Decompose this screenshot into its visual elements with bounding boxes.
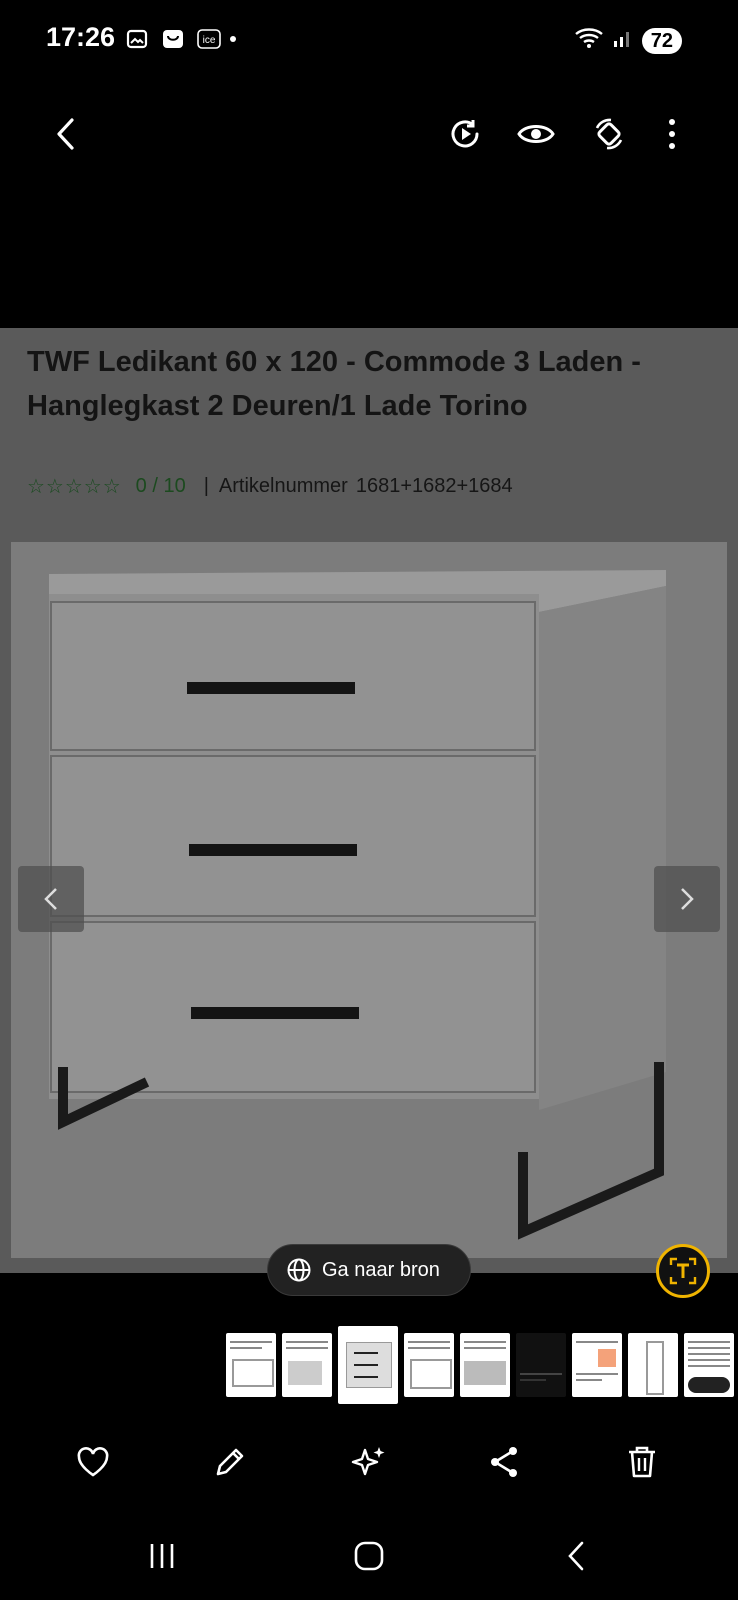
ice-app-icon: ice xyxy=(196,26,222,52)
product-title: TWF Ledikant 60 x 120 - Commode 3 Laden … xyxy=(27,346,641,422)
back-icon xyxy=(568,1541,584,1571)
rotate-icon xyxy=(595,118,623,150)
edit-button[interactable] xyxy=(206,1438,254,1486)
chevron-right-icon xyxy=(681,888,694,910)
gallery-next-button[interactable] xyxy=(654,866,720,932)
rating-row: ☆☆☆☆☆ 0 / 10 | Artikelnummer 1681+1682+1… xyxy=(27,474,513,499)
view-button[interactable] xyxy=(514,112,558,156)
ai-edit-button[interactable] xyxy=(345,1438,393,1486)
thumbnail-selected[interactable] xyxy=(338,1326,398,1404)
status-time: 17:26 xyxy=(46,22,116,52)
share-button[interactable] xyxy=(481,1438,529,1486)
more-options-button[interactable] xyxy=(650,112,694,156)
thumbnail-strip[interactable] xyxy=(226,1326,734,1404)
recents-icon xyxy=(150,1544,174,1568)
notification-dot xyxy=(230,36,236,42)
trash-icon xyxy=(629,1446,655,1478)
product-image xyxy=(11,542,727,1258)
text-extract-icon xyxy=(669,1257,697,1285)
rotate-button[interactable] xyxy=(587,112,631,156)
wifi-icon xyxy=(574,26,604,55)
heart-icon xyxy=(77,1447,109,1477)
delete-button[interactable] xyxy=(618,1438,666,1486)
go-to-source-button[interactable]: Ga naar bron xyxy=(267,1244,471,1296)
pencil-icon xyxy=(216,1448,244,1476)
more-vert-icon xyxy=(669,119,675,149)
text-extract-button[interactable] xyxy=(656,1244,710,1298)
signal-icon xyxy=(612,27,634,54)
go-to-source-label: Ga naar bron xyxy=(322,1258,440,1281)
status-notification-icons: ice xyxy=(124,26,222,52)
rating-value: 0 / 10 xyxy=(135,475,186,497)
article-number: 1681+1682+1684 xyxy=(355,475,513,497)
recents-button[interactable] xyxy=(138,1532,186,1580)
thumbnail[interactable] xyxy=(404,1333,454,1397)
thumbnail[interactable] xyxy=(628,1333,678,1397)
globe-icon xyxy=(287,1258,311,1282)
thumbnail[interactable] xyxy=(516,1333,566,1397)
home-icon xyxy=(354,1541,384,1571)
sparkle-icon xyxy=(351,1447,385,1476)
chevron-left-icon xyxy=(57,118,74,150)
dresser-illustration xyxy=(49,570,666,1240)
favorite-button[interactable] xyxy=(69,1438,117,1486)
battery-indicator: 72 xyxy=(641,27,682,54)
thumbnail[interactable] xyxy=(460,1333,510,1397)
remaster-button[interactable] xyxy=(443,112,487,156)
thumbnail[interactable] xyxy=(282,1333,332,1397)
system-back-button[interactable] xyxy=(552,1532,600,1580)
home-button[interactable] xyxy=(345,1532,393,1580)
separator: | xyxy=(203,475,209,497)
chevron-left-icon xyxy=(44,888,57,910)
article-label: Artikelnummer xyxy=(218,475,348,497)
back-button[interactable] xyxy=(45,112,89,156)
svg-text:ice: ice xyxy=(203,35,216,46)
status-system-icons: 72 xyxy=(574,26,682,55)
share-icon xyxy=(491,1447,517,1477)
thumbnail[interactable] xyxy=(572,1333,622,1397)
thumbnail[interactable] xyxy=(226,1333,276,1397)
gallery-prev-button[interactable] xyxy=(18,866,84,932)
photo-frame-icon xyxy=(124,26,150,52)
rating-stars: ☆☆☆☆☆ xyxy=(27,476,122,498)
thumbnail[interactable] xyxy=(684,1333,734,1397)
remaster-icon xyxy=(451,120,479,148)
shopping-bag-icon xyxy=(160,26,186,52)
eye-icon xyxy=(517,125,555,143)
